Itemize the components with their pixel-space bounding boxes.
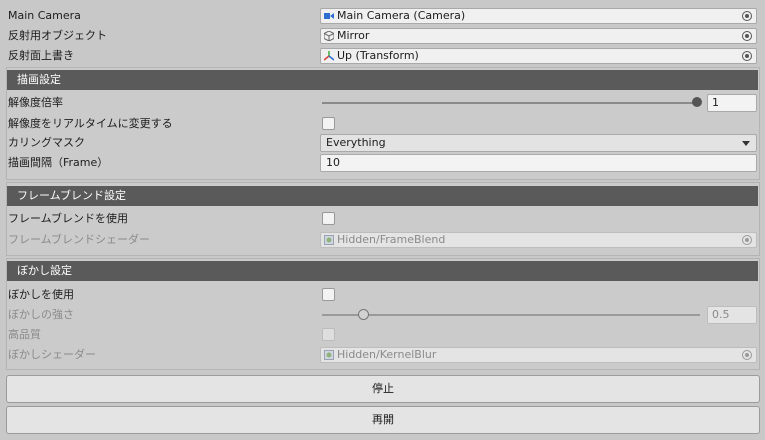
mirror-object-value: Mirror (337, 29, 370, 42)
blur-strength-row: ぼかしの強さ 0.5 (0, 305, 765, 325)
resolution-value-input[interactable]: 1 (707, 94, 757, 112)
blur-title: ぼかし設定 (17, 264, 72, 277)
render-interval-value: 10 (326, 156, 340, 169)
high-quality-row: 高品質 (0, 325, 765, 345)
shader-icon (324, 350, 334, 360)
high-quality-checkbox (322, 328, 335, 341)
blur-shader-row: ぼかしシェーダー Hidden/KernelBlur (0, 345, 765, 365)
blur-use-checkbox[interactable] (322, 288, 335, 301)
resolution-slider-track[interactable] (322, 102, 698, 104)
resolution-scale-label: 解像度倍率 (8, 96, 63, 109)
cube-icon (323, 30, 335, 42)
frame-blend-use-row: フレームブレンドを使用 (0, 209, 765, 229)
blur-strength-value-input: 0.5 (707, 306, 757, 324)
restart-button[interactable]: 再開 (6, 406, 760, 434)
reflection-override-value: Up (Transform) (337, 49, 419, 62)
realtime-resolution-checkbox[interactable] (322, 117, 335, 130)
resolution-slider-thumb[interactable] (692, 97, 702, 107)
blur-strength-slider-thumb (358, 309, 369, 320)
object-picker-icon[interactable] (742, 31, 752, 41)
object-picker-icon[interactable] (742, 11, 752, 21)
main-camera-value: Main Camera (Camera) (337, 9, 466, 22)
frame-blend-use-checkbox[interactable] (322, 212, 335, 225)
chevron-down-icon (742, 141, 750, 146)
blur-shader-label: ぼかしシェーダー (8, 348, 96, 361)
culling-mask-label: カリングマスク (8, 136, 85, 149)
culling-mask-dropdown[interactable]: Everything (320, 134, 757, 152)
culling-mask-value: Everything (326, 136, 386, 149)
mirror-object-row: 反射用オブジェクト Mirror (0, 26, 765, 46)
reflection-override-field[interactable]: Up (Transform) (320, 48, 757, 64)
mirror-object-label: 反射用オブジェクト (8, 29, 107, 42)
blur-shader-value: Hidden/KernelBlur (337, 348, 437, 361)
blur-use-row: ぼかしを使用 (0, 285, 765, 305)
blur-header[interactable]: ぼかし設定 (7, 261, 758, 281)
realtime-resolution-row: 解像度をリアルタイムに変更する (0, 114, 765, 134)
blur-use-label: ぼかしを使用 (8, 288, 74, 301)
object-picker-icon (742, 235, 752, 245)
blur-strength-slider-track (322, 314, 700, 316)
culling-mask-row: カリングマスク Everything (0, 133, 765, 153)
main-camera-field[interactable]: Main Camera (Camera) (320, 8, 757, 24)
main-camera-label: Main Camera (8, 9, 81, 22)
transform-axes-icon (323, 51, 335, 61)
render-interval-label: 描画間隔（Frame） (8, 156, 109, 169)
blur-strength-label: ぼかしの強さ (8, 308, 74, 321)
render-settings-title: 描画設定 (17, 73, 61, 86)
reflection-override-label: 反射面上書き (8, 49, 74, 62)
frame-blend-use-label: フレームブレンドを使用 (8, 212, 129, 225)
blur-shader-field: Hidden/KernelBlur (320, 347, 757, 363)
frame-blend-shader-field: Hidden/FrameBlend (320, 232, 757, 248)
object-picker-icon[interactable] (742, 51, 752, 61)
render-interval-row: 描画間隔（Frame） 10 (0, 153, 765, 173)
mirror-object-field[interactable]: Mirror (320, 28, 757, 44)
frame-blend-shader-value: Hidden/FrameBlend (337, 233, 446, 246)
realtime-resolution-label: 解像度をリアルタイムに変更する (8, 117, 173, 130)
render-settings-header[interactable]: 描画設定 (7, 70, 758, 90)
object-picker-icon (742, 350, 752, 360)
stop-button[interactable]: 停止 (6, 375, 760, 403)
frame-blend-title: フレームブレンド設定 (17, 189, 127, 202)
render-interval-input[interactable]: 10 (320, 154, 757, 172)
resolution-scale-row: 解像度倍率 1 (0, 93, 765, 113)
high-quality-label: 高品質 (8, 328, 41, 341)
frame-blend-header[interactable]: フレームブレンド設定 (7, 186, 758, 206)
shader-icon (324, 235, 334, 245)
main-camera-row: Main Camera Main Camera (Camera) (0, 6, 765, 26)
frame-blend-shader-row: フレームブレンドシェーダー Hidden/FrameBlend (0, 230, 765, 250)
camera-icon (324, 11, 334, 21)
reflection-override-row: 反射面上書き Up (Transform) (0, 46, 765, 66)
frame-blend-shader-label: フレームブレンドシェーダー (8, 233, 151, 246)
